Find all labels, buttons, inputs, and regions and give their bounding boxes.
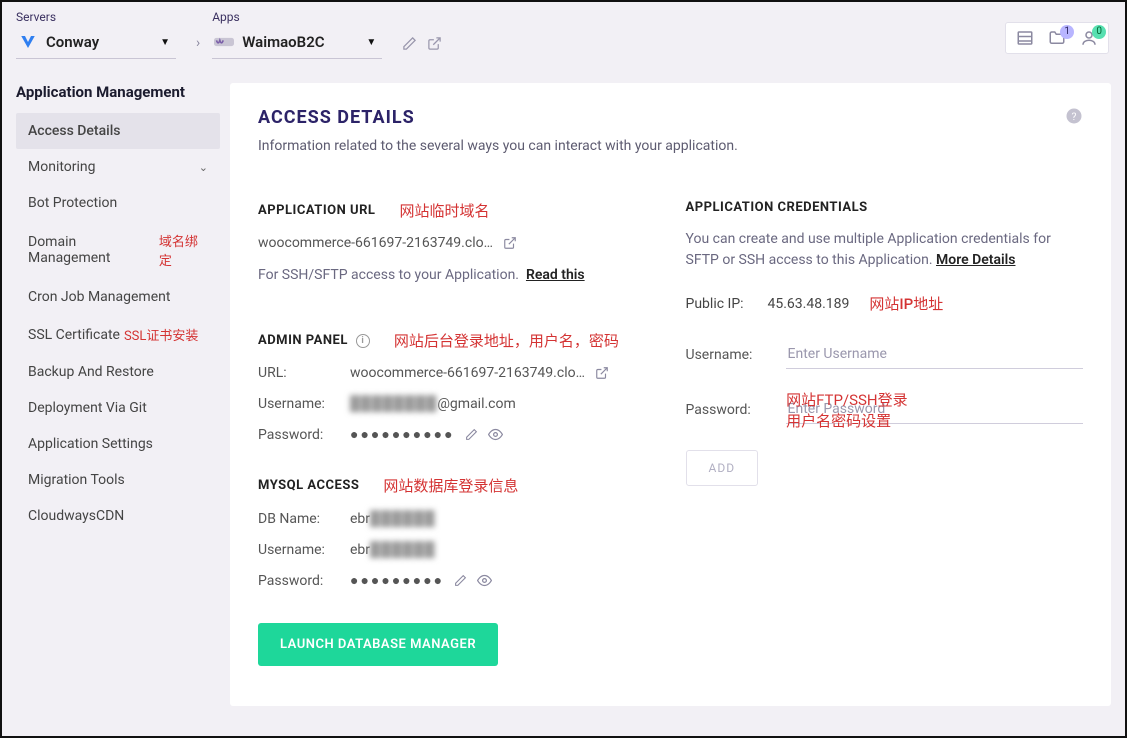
- chevron-right-icon: ›: [196, 35, 200, 51]
- caret-down-icon: ▼: [366, 37, 376, 48]
- page-title: ACCESS DETAILS: [258, 107, 1083, 128]
- annotation: 网站后台登录地址，用户名，密码: [394, 330, 619, 351]
- sidebar-item-ssl[interactable]: SSL CertificateSSL证书安装: [16, 315, 220, 354]
- db-name-value: ebr██████: [350, 510, 436, 527]
- app-url-value: woocommerce-661697-2163749.clo…: [258, 235, 493, 251]
- servers-crumb: Servers Conway ▼: [16, 10, 176, 59]
- folder-badge: 1: [1060, 25, 1074, 39]
- launch-db-manager-button[interactable]: LAUNCH DATABASE MANAGER: [258, 623, 498, 666]
- sidebar-item-domain-management[interactable]: Domain Management域名绑定: [16, 221, 220, 279]
- external-link-icon[interactable]: [427, 36, 442, 51]
- server-name: Conway: [46, 33, 99, 51]
- ssh-note: For SSH/SFTP access to your Application.…: [258, 265, 585, 286]
- section-mysql-head: MYSQL ACCESS 网站数据库登录信息: [258, 475, 656, 496]
- topbar: Servers Conway ▼ › Apps WaimaoB2C ▼: [2, 2, 1125, 63]
- annotation: 网站数据库登录信息: [383, 475, 518, 496]
- external-link-icon[interactable]: [595, 366, 609, 380]
- sidebar-item-cron-job[interactable]: Cron Job Management: [16, 279, 220, 315]
- vultr-icon: [18, 32, 38, 52]
- sidebar-item-access-details[interactable]: Access Details: [16, 113, 220, 149]
- cred-username-input[interactable]: [786, 340, 1084, 369]
- admin-password-label: Password:: [258, 427, 350, 443]
- help-icon[interactable]: ?: [1065, 107, 1083, 125]
- edit-icon[interactable]: [402, 36, 417, 51]
- db-name-label: DB Name:: [258, 511, 350, 527]
- annotation: SSL证书安装: [124, 325, 198, 344]
- app-selector[interactable]: WaimaoB2C ▼: [212, 28, 382, 59]
- annotation: 网站临时域名: [399, 200, 489, 221]
- eye-icon[interactable]: [488, 427, 503, 442]
- db-user-label: Username:: [258, 542, 350, 558]
- user-badge: 0: [1092, 25, 1106, 39]
- annotation: 网站IP地址: [869, 293, 943, 314]
- apps-label: Apps: [212, 10, 382, 24]
- annotation: 网站FTP/SSH登录 用户名密码设置: [786, 390, 908, 432]
- sidebar-item-app-settings[interactable]: Application Settings: [16, 426, 220, 462]
- servers-label: Servers: [16, 10, 176, 24]
- info-icon[interactable]: i: [356, 334, 370, 348]
- annotation: 域名绑定: [159, 231, 208, 269]
- cred-password-label: Password:: [686, 402, 786, 418]
- section-admin-head: ADMIN PANEL i 网站后台登录地址，用户名，密码: [258, 330, 656, 351]
- admin-username-label: Username:: [258, 396, 350, 412]
- external-link-icon[interactable]: [503, 236, 517, 250]
- layout: Application Management Access Details Mo…: [2, 63, 1125, 720]
- eye-icon[interactable]: [477, 573, 492, 588]
- sidebar-item-migration[interactable]: Migration Tools: [16, 462, 220, 498]
- user-icon[interactable]: 0: [1080, 29, 1098, 47]
- caret-down-icon: ▼: [160, 37, 170, 48]
- sidebar-heading: Application Management: [16, 83, 220, 101]
- apps-crumb: Apps WaimaoB2C ▼: [212, 10, 382, 59]
- public-ip-label: Public IP:: [686, 296, 768, 312]
- read-this-link[interactable]: Read this: [526, 267, 585, 283]
- app-actions: [402, 36, 442, 51]
- page-subtitle: Information related to the several ways …: [258, 138, 1083, 154]
- sidebar-item-monitoring[interactable]: Monitoring⌄: [16, 149, 220, 185]
- db-password-value: ●●●●●●●●●: [350, 572, 444, 589]
- db-password-label: Password:: [258, 573, 350, 589]
- more-details-link[interactable]: More Details: [936, 252, 1015, 268]
- server-selector[interactable]: Conway ▼: [16, 28, 176, 59]
- folder-icon[interactable]: 1: [1048, 29, 1066, 47]
- topbar-right-icons: 1 0: [1005, 22, 1109, 54]
- app-name: WaimaoB2C: [242, 33, 324, 51]
- admin-url-value: woocommerce-661697-2163749.clo…: [350, 365, 585, 381]
- svg-text:?: ?: [1072, 110, 1077, 123]
- main-panel: ACCESS DETAILS ? Information related to …: [230, 83, 1111, 706]
- section-app-url-head: APPLICATION URL 网站临时域名: [258, 200, 656, 221]
- sidebar-item-cdn[interactable]: CloudwaysCDN: [16, 498, 220, 534]
- woocommerce-icon: [214, 32, 234, 52]
- section-credentials-head: APPLICATION CREDENTIALS: [686, 200, 1084, 215]
- credentials-desc: You can create and use multiple Applicat…: [686, 229, 1084, 271]
- sidebar-item-git[interactable]: Deployment Via Git: [16, 390, 220, 426]
- public-ip-value: 45.63.48.189: [768, 296, 850, 312]
- sidebar-item-backup[interactable]: Backup And Restore: [16, 354, 220, 390]
- admin-url-label: URL:: [258, 365, 350, 381]
- sidebar: Application Management Access Details Mo…: [2, 63, 220, 720]
- chevron-down-icon: ⌄: [199, 161, 208, 174]
- add-button[interactable]: ADD: [686, 450, 759, 486]
- list-icon[interactable]: [1016, 29, 1034, 47]
- edit-icon[interactable]: [465, 428, 478, 441]
- left-column: APPLICATION URL 网站临时域名 woocommerce-66169…: [258, 200, 656, 666]
- admin-password-value: ●●●●●●●●●●: [350, 426, 455, 443]
- db-user-value: ebr██████: [350, 541, 436, 558]
- admin-username-value: ████████@gmail.com: [350, 395, 516, 412]
- edit-icon[interactable]: [454, 574, 467, 587]
- right-column: APPLICATION CREDENTIALS You can create a…: [686, 200, 1084, 666]
- sidebar-item-bot-protection[interactable]: Bot Protection: [16, 185, 220, 221]
- cred-username-label: Username:: [686, 347, 786, 363]
